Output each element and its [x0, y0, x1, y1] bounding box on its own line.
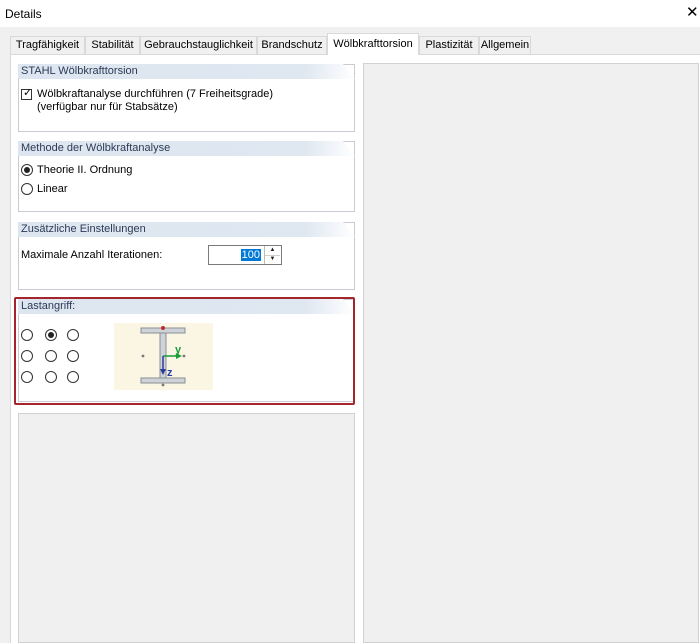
warping-analysis-label[interactable]: Wölbkraftanalyse durchführen (7 Freiheit…	[37, 88, 273, 100]
stepper-down-icon[interactable]: ▼	[265, 255, 280, 264]
radio-theorie-2-ordnung[interactable]	[21, 164, 33, 176]
tab-allgemein[interactable]: Allgemein	[479, 36, 531, 54]
warping-analysis-checkbox[interactable]: ✓	[21, 87, 33, 100]
tab-woelbkrafttorsion[interactable]: Wölbkrafttorsion	[327, 33, 419, 55]
stahl-group-header: STAHL Wölbkrafttorsion	[18, 64, 355, 79]
max-iterations-stepper[interactable]: 100 ▲ ▼	[208, 245, 282, 265]
warping-analysis-note: (verfügbar nur für Stabsätze)	[37, 101, 178, 113]
title-bar: Details ✕	[0, 0, 700, 27]
settings-group-header: Zusätzliche Einstellungen	[18, 222, 355, 237]
tab-stabilitaet[interactable]: Stabilität	[85, 36, 140, 54]
tab-tragfaehigkeit[interactable]: Tragfähigkeit	[10, 36, 85, 54]
method-group: Methode der Wölbkraftanalyse	[18, 141, 355, 212]
checkmark-icon: ✓	[23, 87, 33, 99]
radio-linear-label[interactable]: Linear	[37, 183, 68, 195]
close-icon[interactable]: ✕	[686, 3, 700, 23]
window-title: Details	[5, 7, 42, 21]
highlight-frame	[14, 297, 355, 405]
right-preview-panel	[363, 63, 699, 643]
tab-brandschutz[interactable]: Brandschutz	[257, 36, 327, 54]
tab-gebrauchstauglichkeit[interactable]: Gebrauchstauglichkeit	[140, 36, 257, 54]
radio-linear[interactable]	[21, 183, 33, 195]
radio-theorie-2-ordnung-label[interactable]: Theorie II. Ordnung	[37, 164, 132, 176]
method-group-header: Methode der Wölbkraftanalyse	[18, 141, 355, 156]
max-iterations-label: Maximale Anzahl Iterationen:	[21, 249, 163, 261]
empty-info-panel	[18, 413, 355, 643]
max-iterations-value[interactable]: 100	[240, 249, 261, 261]
tab-plastizitaet[interactable]: Plastizität	[419, 36, 479, 54]
stepper-buttons: ▲ ▼	[264, 246, 281, 264]
